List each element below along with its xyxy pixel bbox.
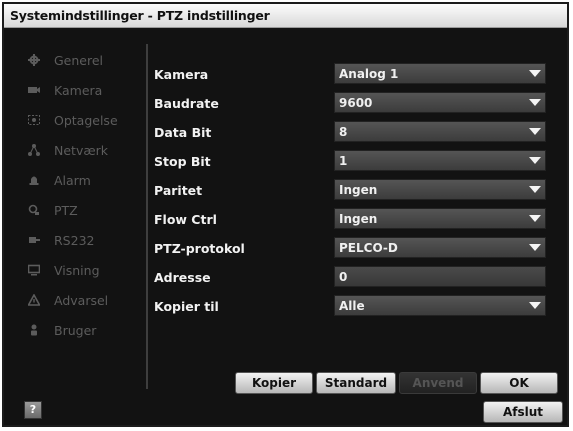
sidebar-item-label: Kamera (54, 83, 103, 98)
ptz-protokol-select[interactable]: PELCO-D (334, 237, 546, 258)
select-value: PELCO-D (339, 241, 398, 255)
network-icon (28, 144, 40, 156)
alarm-icon (28, 174, 40, 186)
chevron-down-icon (529, 128, 541, 135)
chevron-down-icon (529, 157, 541, 164)
field-label: Data Bit (154, 125, 212, 140)
field-label: Kamera (154, 67, 209, 82)
sidebar-item-netvaerk[interactable]: Netværk (18, 136, 138, 166)
user-icon (28, 324, 40, 336)
input-value: 0 (339, 270, 348, 284)
data-bit-select[interactable]: 8 (334, 121, 546, 142)
chevron-down-icon (529, 244, 541, 251)
field-flow-ctrl: Flow Ctrl Ingen (152, 207, 552, 231)
select-value: Alle (339, 299, 365, 313)
select-value: Analog 1 (339, 67, 399, 81)
sidebar: Generel Kamera Optagelse Netværk Alarm P… (18, 46, 138, 346)
exit-button[interactable]: Afslut (483, 401, 563, 423)
panel-divider (146, 44, 148, 389)
select-value: Ingen (339, 183, 378, 197)
kopier-til-select[interactable]: Alle (334, 295, 546, 316)
select-value: 9600 (339, 96, 373, 110)
flow-ctrl-select[interactable]: Ingen (334, 208, 546, 229)
select-value: Ingen (339, 212, 378, 226)
sidebar-item-label: Netværk (54, 143, 108, 158)
sidebar-item-generel[interactable]: Generel (18, 46, 138, 76)
field-label: Adresse (154, 270, 211, 285)
apply-button[interactable]: Anvend (399, 372, 477, 394)
settings-window: Systemindstillinger - PTZ indstillinger … (2, 2, 569, 427)
field-adresse: Adresse 0 (152, 265, 552, 289)
sidebar-item-alarm[interactable]: Alarm (18, 166, 138, 196)
field-data-bit: Data Bit 8 (152, 120, 552, 144)
field-stop-bit: Stop Bit 1 (152, 149, 552, 173)
chevron-down-icon (529, 186, 541, 193)
field-kamera: Kamera Analog 1 (152, 62, 552, 86)
standard-button[interactable]: Standard (316, 372, 396, 394)
camera-icon (28, 84, 40, 96)
chevron-down-icon (529, 70, 541, 77)
field-label: Paritet (154, 183, 203, 198)
sidebar-item-label: Optagelse (54, 113, 118, 128)
baudrate-select[interactable]: 9600 (334, 92, 546, 113)
sidebar-item-label: Advarsel (54, 293, 109, 308)
monitor-icon (28, 264, 40, 276)
window-title: Systemindstillinger - PTZ indstillinger (10, 8, 270, 23)
select-value: 8 (339, 125, 348, 139)
help-icon[interactable]: ? (24, 401, 42, 419)
kamera-select[interactable]: Analog 1 (334, 63, 546, 84)
sidebar-item-label: Alarm (54, 173, 91, 188)
title-bar: Systemindstillinger - PTZ indstillinger (4, 4, 567, 28)
sidebar-item-label: PTZ (54, 203, 78, 218)
record-icon (28, 114, 40, 126)
gear-icon (28, 54, 40, 66)
sidebar-item-label: Generel (54, 53, 104, 68)
field-baudrate: Baudrate 9600 (152, 91, 552, 115)
adresse-input[interactable]: 0 (334, 266, 546, 287)
ok-button[interactable]: OK (480, 372, 558, 394)
field-kopier-til: Kopier til Alle (152, 294, 552, 318)
sidebar-item-label: Visning (54, 263, 100, 278)
copy-button[interactable]: Kopier (235, 372, 313, 394)
sidebar-item-optagelse[interactable]: Optagelse (18, 106, 138, 136)
chevron-down-icon (529, 215, 541, 222)
chevron-down-icon (529, 99, 541, 106)
sidebar-item-kamera[interactable]: Kamera (18, 76, 138, 106)
ptz-icon (28, 204, 40, 216)
field-label: Stop Bit (154, 154, 211, 169)
rs232-icon (28, 234, 40, 246)
chevron-down-icon (529, 302, 541, 309)
field-ptz-protokol: PTZ-protokol PELCO-D (152, 236, 552, 260)
paritet-select[interactable]: Ingen (334, 179, 546, 200)
sidebar-item-ptz[interactable]: PTZ (18, 196, 138, 226)
select-value: 1 (339, 154, 348, 168)
sidebar-item-label: RS232 (54, 233, 95, 248)
sidebar-item-label: Bruger (54, 323, 97, 338)
warning-icon (28, 294, 40, 306)
stop-bit-select[interactable]: 1 (334, 150, 546, 171)
field-label: Flow Ctrl (154, 212, 217, 227)
sidebar-item-bruger[interactable]: Bruger (18, 316, 138, 346)
sidebar-item-advarsel[interactable]: Advarsel (18, 286, 138, 316)
field-label: PTZ-protokol (154, 241, 245, 256)
field-label: Baudrate (154, 96, 219, 111)
sidebar-item-visning[interactable]: Visning (18, 256, 138, 286)
field-label: Kopier til (154, 299, 219, 314)
sidebar-item-rs232[interactable]: RS232 (18, 226, 138, 256)
field-paritet: Paritet Ingen (152, 178, 552, 202)
